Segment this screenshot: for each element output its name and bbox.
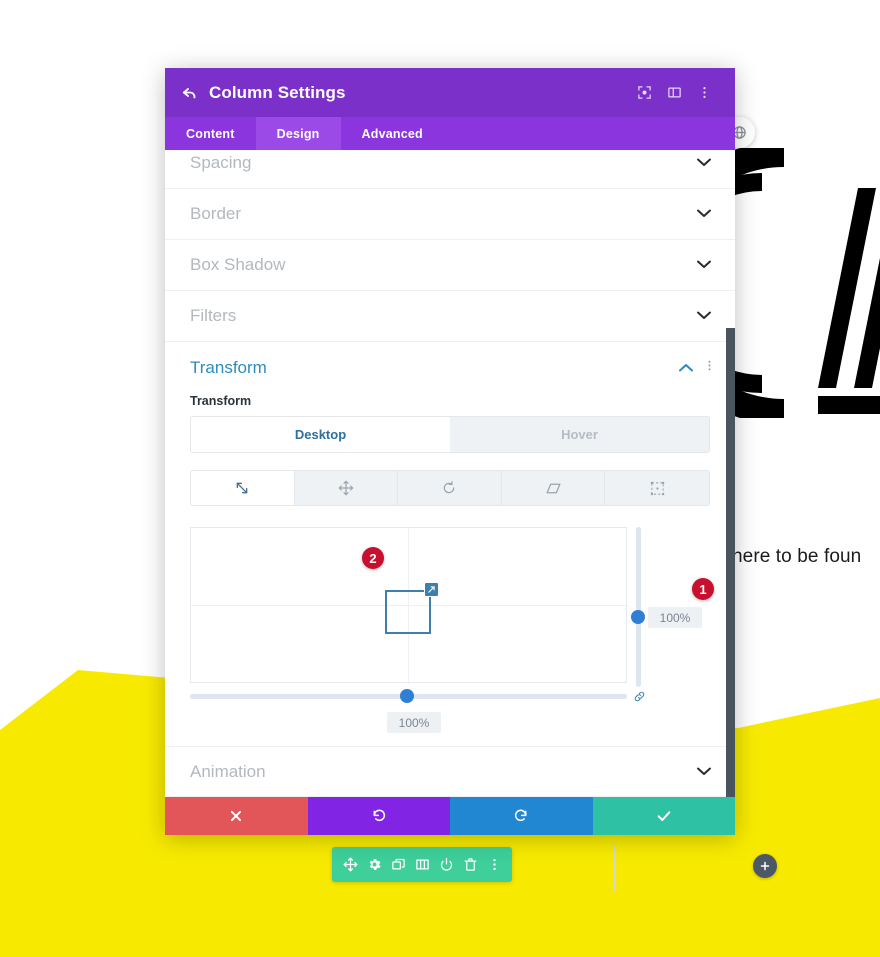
state-tab-desktop[interactable]: Desktop bbox=[191, 417, 450, 452]
back-arrow-icon[interactable] bbox=[181, 84, 203, 101]
accordion-transform-header[interactable]: Transform bbox=[165, 342, 735, 394]
transform-field-block: Transform Desktop Hover bbox=[165, 394, 735, 506]
screenshot-stage: here to be foun Column Settings Content … bbox=[0, 0, 880, 957]
chevron-down-icon bbox=[697, 766, 711, 778]
tab-advanced[interactable]: Advanced bbox=[341, 117, 444, 150]
translate-move-icon[interactable] bbox=[295, 471, 399, 505]
accordion-label: Spacing bbox=[190, 153, 252, 172]
state-toggle-group: Desktop Hover bbox=[190, 416, 710, 453]
more-vertical-icon[interactable] bbox=[482, 847, 506, 882]
accordion-label: Border bbox=[190, 204, 242, 223]
accordion-box-shadow[interactable]: Box Shadow bbox=[165, 240, 735, 291]
redo-button[interactable] bbox=[450, 797, 593, 835]
modal-scrollbar[interactable] bbox=[726, 232, 735, 797]
accordion-label: Animation bbox=[190, 761, 266, 781]
scrollbar-thumb[interactable] bbox=[726, 328, 735, 797]
rotate-icon[interactable] bbox=[398, 471, 502, 505]
scale-y-slider-track[interactable] bbox=[636, 527, 641, 687]
scale-y-value[interactable]: 100% bbox=[648, 607, 702, 628]
chevron-down-icon bbox=[697, 310, 711, 322]
annotation-badge-1: 1 bbox=[692, 578, 714, 600]
column-settings-modal: Column Settings Content Design Advanced … bbox=[165, 68, 735, 835]
accordion-spacing[interactable]: Spacing bbox=[165, 150, 735, 189]
module-toolbar[interactable] bbox=[332, 847, 512, 882]
scale-y-slider-handle[interactable] bbox=[631, 610, 645, 624]
cancel-button[interactable] bbox=[165, 797, 308, 835]
columns-icon[interactable] bbox=[410, 847, 434, 882]
settings-scroll-area: Spacing Border Box Shadow Filters Transf… bbox=[165, 150, 735, 797]
duplicate-icon[interactable] bbox=[386, 847, 410, 882]
link-chain-icon[interactable] bbox=[633, 690, 646, 708]
accordion-border[interactable]: Border bbox=[165, 189, 735, 240]
more-vertical-icon[interactable] bbox=[689, 78, 719, 108]
more-vertical-icon[interactable] bbox=[703, 359, 716, 377]
undo-button[interactable] bbox=[307, 797, 450, 835]
state-tab-hover[interactable]: Hover bbox=[450, 417, 709, 452]
accordion-filters[interactable]: Filters bbox=[165, 291, 735, 342]
chevron-up-icon[interactable] bbox=[679, 359, 693, 377]
column-divider bbox=[614, 846, 615, 892]
site-logo-graphic bbox=[726, 148, 880, 418]
transform-preview[interactable]: 100% 100% bbox=[190, 527, 710, 733]
chevron-down-icon bbox=[697, 208, 711, 220]
transform-header-controls bbox=[679, 359, 716, 377]
annotation-badge-2: 2 bbox=[362, 547, 384, 569]
move-handle-icon[interactable] bbox=[338, 847, 362, 882]
layout-split-icon[interactable] bbox=[659, 78, 689, 108]
scale-x-value[interactable]: 100% bbox=[387, 712, 441, 733]
transform-mode-group bbox=[190, 470, 710, 506]
transform-field-label: Transform bbox=[190, 394, 252, 408]
modal-header: Column Settings bbox=[165, 68, 735, 117]
tab-design[interactable]: Design bbox=[255, 117, 341, 150]
chevron-down-icon bbox=[697, 157, 711, 169]
accordion-label: Transform bbox=[190, 358, 267, 377]
scale-x-slider-handle[interactable] bbox=[400, 689, 414, 703]
modal-tabs: Content Design Advanced bbox=[165, 117, 735, 150]
scale-icon[interactable] bbox=[191, 471, 295, 505]
add-module-button[interactable] bbox=[753, 854, 777, 878]
page-title: Column Settings bbox=[209, 82, 346, 102]
tab-content[interactable]: Content bbox=[165, 117, 256, 150]
page-body-text: here to be foun bbox=[732, 546, 862, 567]
chevron-down-icon bbox=[697, 259, 711, 271]
save-button[interactable] bbox=[592, 797, 735, 835]
trash-delete-icon[interactable] bbox=[458, 847, 482, 882]
gear-settings-icon[interactable] bbox=[362, 847, 386, 882]
modal-body: Spacing Border Box Shadow Filters Transf… bbox=[165, 150, 735, 797]
accordion-label: Filters bbox=[190, 306, 237, 325]
modal-action-bar bbox=[165, 797, 735, 835]
focus-target-icon[interactable] bbox=[629, 78, 659, 108]
disable-power-icon[interactable] bbox=[434, 847, 458, 882]
accordion-animation[interactable]: Animation bbox=[165, 746, 735, 797]
skew-icon[interactable] bbox=[502, 471, 606, 505]
resize-handle-icon[interactable] bbox=[424, 582, 439, 597]
accordion-label: Box Shadow bbox=[190, 255, 286, 274]
transform-origin-icon[interactable] bbox=[605, 471, 709, 505]
